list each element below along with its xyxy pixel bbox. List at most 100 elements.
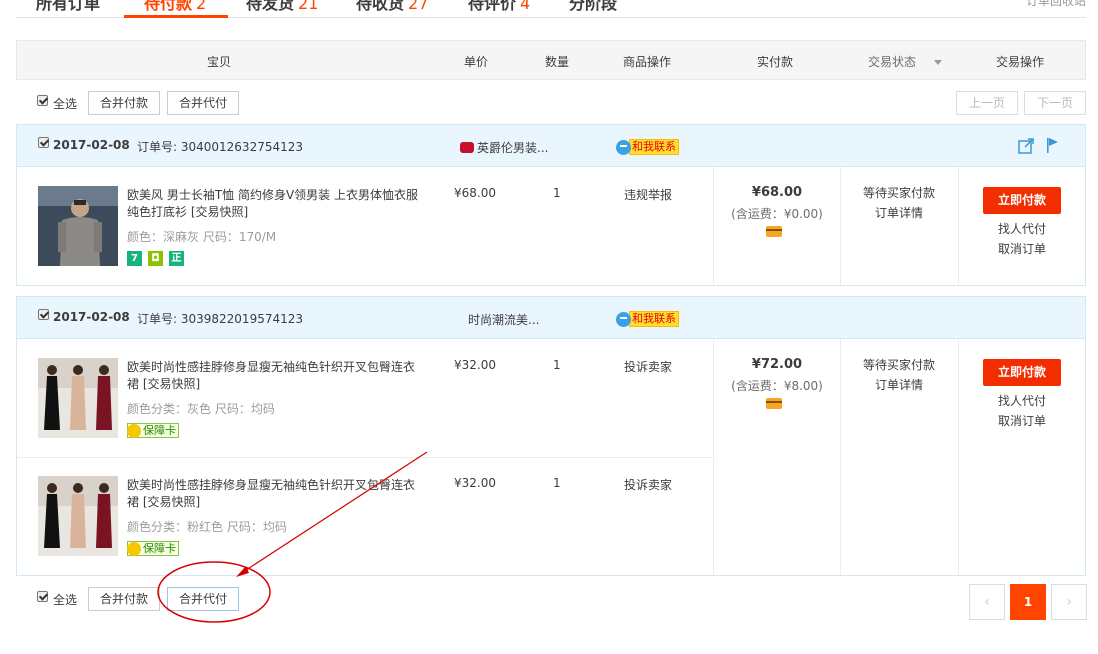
product-attributes: 颜色：深麻灰 尺码：170/M [127, 230, 277, 244]
col-status: 交易状态 [868, 55, 917, 69]
shop-name: 时尚潮流美... [468, 313, 540, 327]
pager-current-page[interactable]: 1 [1010, 584, 1046, 620]
shop-link[interactable]: 时尚潮流美... [468, 311, 539, 328]
divider [713, 339, 714, 575]
order-header: 2017-02-08 订单号: 3040012632754123 英爵伦男装..… [17, 125, 1085, 167]
select-all-checkbox[interactable] [37, 591, 48, 602]
order-card: 2017-02-08 订单号: 3040012632754123 英爵伦男装..… [16, 124, 1086, 286]
pager-next-button[interactable]: › [1051, 584, 1087, 620]
quantity: 1 [553, 186, 561, 200]
chat-bubble-icon [616, 311, 631, 327]
guarantee-icon[interactable]: ◘ [148, 251, 163, 266]
protection-shield-icon [127, 423, 141, 438]
tab-label: 待评价 [468, 0, 517, 13]
select-all-label: 全选 [53, 593, 78, 607]
product-thumbnail[interactable] [38, 358, 118, 438]
merge-proxy-pay-button[interactable]: 合并代付 [167, 91, 240, 115]
shipping-fee: (含运费：¥8.00) [731, 379, 823, 393]
cancel-order-link[interactable]: 取消订单 [958, 239, 1086, 259]
tab-label: 所有订单 [36, 0, 101, 13]
complain-seller-link[interactable]: 投诉卖家 [624, 476, 672, 493]
product-attributes: 颜色分类：粉红色 尺码：均码 [127, 520, 287, 534]
contact-seller-button[interactable]: 和我联系 [616, 311, 679, 327]
service-badges: 保障卡 [127, 423, 179, 438]
tab-all-orders[interactable]: 所有订单 [36, 0, 100, 14]
product-image [38, 186, 118, 266]
top-toolbar: 全选 合并付款 合并代付 上一页 下一页 [16, 91, 1086, 115]
shop-icon [460, 142, 474, 153]
protection-shield-icon [127, 541, 141, 556]
protection-label: 保障卡 [143, 424, 176, 437]
unit-price: ¥32.00 [454, 358, 496, 372]
col-paid: 实付款 [757, 55, 794, 69]
order-checkbox[interactable] [38, 309, 49, 320]
product-title-link[interactable]: 欧美时尚性感挂脖修身显瘦无袖纯色针织开叉包臀连衣裙 [交易快照] [127, 477, 423, 511]
contact-seller-button[interactable]: 和我联系 [616, 139, 679, 155]
recycle-bin-link[interactable]: 订单回收站 [1026, 0, 1086, 9]
order-date: 2017-02-08 [53, 138, 130, 152]
unit-price: ¥32.00 [454, 476, 496, 490]
tab-to-ship[interactable]: 待发货 21 [246, 0, 318, 14]
authentic-icon[interactable]: 正 [169, 251, 184, 266]
seven-day-return-icon[interactable]: 7 [127, 251, 142, 266]
col-quantity: 数量 [545, 55, 570, 69]
product-image [38, 476, 118, 556]
merge-proxy-pay-button[interactable]: 合并代付 [167, 587, 240, 611]
shop-link[interactable]: 英爵伦男装... [460, 139, 548, 156]
merge-pay-button[interactable]: 合并付款 [88, 587, 161, 611]
contact-label: 和我联系 [629, 311, 679, 327]
col-item: 宝贝 [207, 55, 232, 69]
credit-card-icon [766, 226, 782, 237]
pager-prev-button[interactable]: ‹ [969, 584, 1005, 620]
product-thumbnail[interactable] [38, 476, 118, 556]
select-all-label: 全选 [53, 97, 78, 111]
col-status-filter[interactable]: 交易状态 [868, 53, 943, 70]
protection-card-badge[interactable]: 保障卡 [127, 541, 179, 556]
item-divider [17, 457, 713, 458]
order-detail-link[interactable]: 订单详情 [841, 203, 957, 223]
prev-page-button[interactable]: 上一页 [956, 91, 1018, 115]
order-date: 2017-02-08 [53, 310, 130, 324]
order-number: 订单号: 3040012632754123 [137, 140, 304, 154]
tab-label: 待发货 [246, 0, 295, 13]
order-header-icons [1017, 137, 1063, 158]
tab-count: 2 [196, 0, 207, 13]
tab-to-pay[interactable]: 待付款 2 [144, 0, 206, 14]
cancel-order-link[interactable]: 取消订单 [958, 411, 1086, 431]
table-header: 宝贝 单价 数量 商品操作 实付款 交易状态 交易操作 [16, 40, 1086, 80]
chat-bubble-icon [616, 139, 631, 155]
tab-count: 21 [298, 0, 319, 13]
product-attributes: 颜色分类：灰色 尺码：均码 [127, 402, 275, 416]
tab-to-review[interactable]: 待评价 4 [468, 0, 530, 14]
order-card: 2017-02-08 订单号: 3039822019574123 时尚潮流美..… [16, 296, 1086, 576]
tab-to-receive[interactable]: 待收货 27 [356, 0, 428, 14]
find-proxy-payer-link[interactable]: 找人代付 [958, 219, 1086, 239]
tab-split[interactable]: 分阶段 [569, 0, 617, 14]
pay-now-button[interactable]: 立即付款 [983, 359, 1061, 386]
shop-name: 英爵伦男装... [477, 141, 549, 155]
next-page-button[interactable]: 下一页 [1024, 91, 1086, 115]
tab-count: 27 [408, 0, 429, 13]
report-violation-link[interactable]: 违规举报 [624, 186, 672, 203]
find-proxy-payer-link[interactable]: 找人代付 [958, 391, 1086, 411]
order-checkbox[interactable] [38, 137, 49, 148]
bottom-toolbar: 全选 合并付款 合并代付 [16, 587, 1086, 611]
product-title-link[interactable]: 欧美风 男士长袖T恤 简约修身V领男装 上衣男体恤衣服纯色打底衫 [交易快照] [127, 187, 423, 221]
order-detail-link[interactable]: 订单详情 [841, 375, 957, 395]
merge-pay-button[interactable]: 合并付款 [88, 91, 161, 115]
protection-label: 保障卡 [143, 542, 176, 555]
share-and-flag-icons[interactable] [1017, 137, 1063, 155]
col-trade-ops: 交易操作 [996, 55, 1045, 69]
share-icon [1018, 138, 1034, 154]
col-item-ops: 商品操作 [623, 55, 672, 69]
product-title-link[interactable]: 欧美时尚性感挂脖修身显瘦无袖纯色针织开叉包臀连衣裙 [交易快照] [127, 359, 423, 393]
divider [958, 339, 959, 575]
flag-icon [1047, 138, 1058, 153]
protection-card-badge[interactable]: 保障卡 [127, 423, 179, 438]
pay-now-button[interactable]: 立即付款 [983, 187, 1061, 214]
tab-label: 待付款 [144, 0, 193, 13]
order-total: ¥72.00 [751, 357, 803, 372]
complain-seller-link[interactable]: 投诉卖家 [624, 358, 672, 375]
select-all-checkbox[interactable] [37, 95, 48, 106]
product-thumbnail[interactable] [38, 186, 118, 266]
